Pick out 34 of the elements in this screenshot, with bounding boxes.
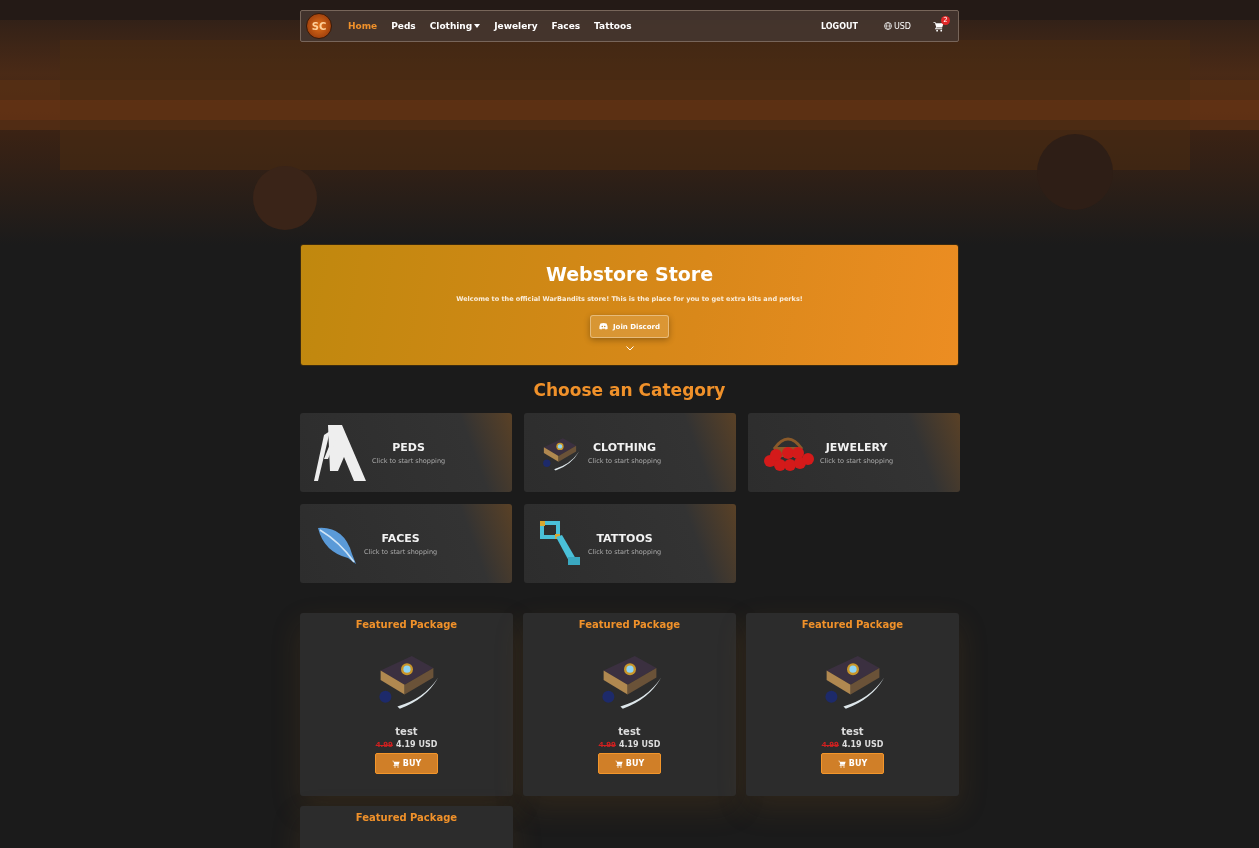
caret-icon — [474, 24, 481, 28]
package-label: Featured Package — [355, 812, 458, 823]
nav-link[interactable]: Clothing — [429, 21, 481, 31]
nav-link[interactable]: Jewelery — [494, 21, 538, 31]
package-name: test — [395, 726, 418, 737]
banner-title: Webstore Store — [545, 263, 714, 285]
category-name: FACES — [381, 531, 420, 545]
package-label: Featured Package — [355, 619, 458, 630]
category-name: CLOTHING — [593, 440, 657, 454]
nav-link[interactable]: Home — [348, 21, 378, 31]
chevron-down-icon[interactable] — [625, 346, 634, 351]
cart-icon — [837, 759, 846, 768]
chat-icon — [599, 323, 608, 330]
logout-link[interactable]: LOGOUT — [820, 21, 858, 31]
package-label: Featured Package — [801, 619, 904, 630]
category-name: PEDS — [392, 440, 425, 454]
package-name: test — [618, 726, 641, 737]
cart-icon — [391, 759, 400, 768]
nav-link[interactable]: Faces — [551, 21, 581, 31]
price: 4.19 USD — [618, 740, 661, 749]
package-name: test — [841, 726, 864, 737]
nav-link[interactable]: Peds — [391, 21, 416, 31]
category-name: TATTOOS — [596, 531, 653, 545]
package-label: Featured Package — [578, 619, 681, 630]
nav-link[interactable]: Tattoos — [594, 21, 632, 31]
category-name: JEWELERY — [825, 440, 888, 454]
cart-icon — [933, 20, 944, 32]
globe-icon — [883, 22, 892, 30]
cart-icon — [614, 759, 623, 768]
currency-selector[interactable]: USD — [883, 21, 911, 31]
slash-logo-icon — [314, 424, 366, 481]
section-heading: Choose an Category — [532, 380, 727, 400]
price: 4.19 USD — [841, 740, 884, 749]
price: 4.19 USD — [395, 740, 438, 749]
